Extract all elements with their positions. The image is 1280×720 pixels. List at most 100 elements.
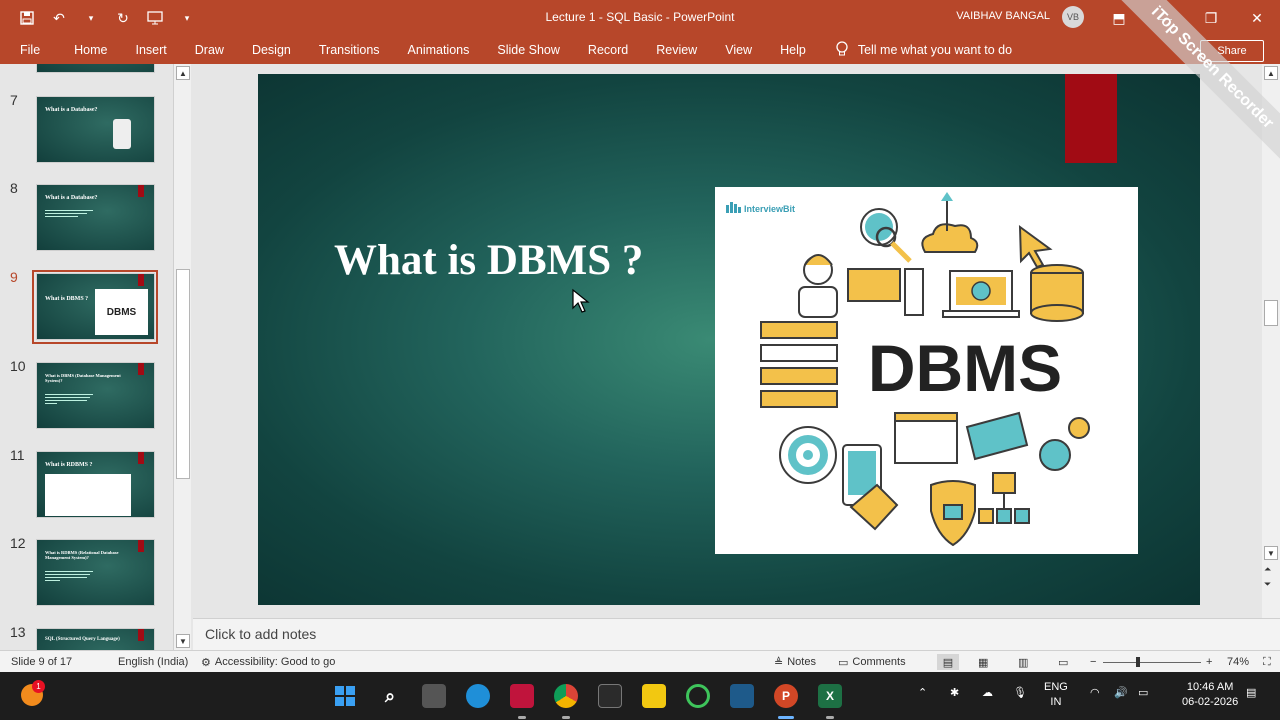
thumbnail-title: SQL (Structured Query Language)	[45, 637, 120, 642]
terminal-icon[interactable]	[598, 684, 622, 708]
notifications-icon[interactable]: ▤	[1246, 686, 1256, 701]
close-icon[interactable]: ✕	[1234, 0, 1280, 36]
show-hidden-icons[interactable]: ⌃	[918, 686, 927, 701]
wifi-icon[interactable]: ◠	[1090, 686, 1100, 701]
save-icon[interactable]	[18, 9, 36, 27]
slide-thumbnail-12[interactable]: What is RDBMS (Relational Database Manag…	[36, 539, 155, 606]
slide-thumbnail-8[interactable]: What is a Database? ▬▬▬▬▬▬▬▬▬▬▬▬▬▬▬▬ ▬▬▬▬…	[36, 184, 155, 251]
scroll-down-icon[interactable]: ▼	[1264, 546, 1278, 560]
bluetooth-icon[interactable]: ✱	[950, 686, 959, 701]
tab-animations[interactable]: Animations	[394, 36, 484, 64]
scroll-down-icon[interactable]: ▼	[176, 634, 190, 648]
next-slide-icon[interactable]: ⏷	[1264, 579, 1271, 590]
tab-help[interactable]: Help	[766, 36, 820, 64]
date: 06-02-2026	[1182, 696, 1239, 708]
volume-icon[interactable]: 🔊	[1114, 686, 1128, 701]
zoom-slider[interactable]	[1103, 662, 1201, 663]
notes-button[interactable]: ≜ Notes	[774, 654, 816, 670]
sync-app-icon[interactable]	[686, 684, 710, 708]
thumbnail-title: What is a Database?	[45, 107, 98, 113]
normal-view-icon[interactable]: ▤	[937, 654, 959, 670]
present-icon[interactable]	[146, 9, 164, 27]
tab-insert[interactable]: Insert	[122, 36, 181, 64]
slide-title[interactable]: What is DBMS ?	[334, 236, 643, 285]
powerpoint-icon[interactable]: P	[774, 684, 798, 708]
slide-thumbnail-7[interactable]: What is a Database?	[36, 96, 155, 163]
thumbnail-title: What is DBMS ?	[45, 296, 89, 302]
reading-view-icon[interactable]: ▥	[1018, 654, 1028, 670]
slide-thumbnail-10[interactable]: What is DBMS (Database Management System…	[36, 362, 155, 429]
ribbon-tabs: File Home Insert Draw Design Transitions…	[0, 36, 1280, 64]
notes-pane[interactable]: Click to add notes	[193, 618, 1280, 650]
undo-icon[interactable]: ↶	[50, 9, 68, 27]
notes-label: Notes	[787, 656, 816, 668]
power-bi-icon[interactable]	[642, 684, 666, 708]
database-icon	[113, 119, 131, 149]
thumbnail-table-image	[45, 474, 131, 516]
accessibility-icon: ⚙	[201, 656, 211, 669]
interviewbit-logo: InterviewBit	[726, 202, 795, 214]
scroll-up-icon[interactable]: ▲	[1264, 66, 1278, 80]
database-tool-icon[interactable]	[730, 684, 754, 708]
comment-icon: ▭	[838, 656, 849, 669]
thumbnail-scrollbar[interactable]: ▲ ▼	[173, 64, 191, 650]
tab-record[interactable]: Record	[574, 36, 642, 64]
zoom-level[interactable]: 74%	[1227, 656, 1249, 668]
accessibility-text: Accessibility: Good to go	[214, 656, 336, 668]
slide-thumbnail-11[interactable]: What is RDBMS ?	[36, 451, 155, 518]
recorder-icon[interactable]	[510, 684, 534, 708]
chrome-icon[interactable]	[554, 684, 578, 708]
tab-home[interactable]: Home	[60, 36, 121, 64]
title-bar: ↶ ▾ ↻ ▾ Lecture 1 - SQL Basic - PowerPoi…	[0, 0, 1280, 36]
zoom-in-icon[interactable]: +	[1206, 654, 1212, 670]
battery-icon[interactable]: ▭	[1138, 686, 1148, 701]
language-code: ENG	[1044, 681, 1068, 693]
redo-icon[interactable]: ↻	[114, 9, 132, 27]
zoom-out-icon[interactable]: −	[1090, 654, 1096, 670]
avatar[interactable]: VB	[1062, 6, 1084, 28]
microphone-icon[interactable]: 🎙	[1013, 686, 1027, 701]
notification-badge: 1	[32, 680, 45, 693]
active-indicator	[778, 716, 794, 719]
task-view-icon[interactable]	[422, 684, 446, 708]
tab-draw[interactable]: Draw	[181, 36, 238, 64]
windows-start-icon[interactable]	[333, 684, 357, 708]
comments-button[interactable]: ▭ Comments	[838, 654, 906, 670]
scrollbar-thumb[interactable]	[176, 269, 190, 479]
language-switcher[interactable]: ENG IN	[1044, 680, 1068, 710]
tab-file[interactable]: File	[0, 36, 60, 64]
edge-icon[interactable]	[466, 684, 490, 708]
slide-thumbnail-9[interactable]: What is DBMS ? DBMS	[36, 273, 155, 340]
thumbnail-title: What is a Database?	[45, 195, 98, 201]
scrollbar-thumb[interactable]	[1264, 300, 1278, 326]
slide-sorter-icon[interactable]: ▦	[978, 654, 988, 670]
running-indicator	[826, 716, 834, 719]
user-name[interactable]: VAIBHAV BANGAL	[956, 10, 1050, 22]
thumbnail-accent-bar	[138, 452, 144, 464]
windows-taskbar: 1 ⌕ P X ⌃ ✱ ☁ 🎙 ENG IN ◠ 🔊 ▭ 10:46 AM 06	[0, 672, 1280, 720]
thumbnail-body: ▬▬▬▬▬▬▬▬▬▬▬▬▬▬▬▬▬▬▬▬▬▬▬▬▬▬▬▬▬▬▬▬▬▬▬▬▬▬▬▬…	[45, 208, 93, 218]
slide-thumbnail-13[interactable]: SQL (Structured Query Language)	[36, 628, 155, 650]
chevron-down-icon[interactable]: ▾	[82, 9, 100, 27]
excel-icon[interactable]: X	[818, 684, 842, 708]
slide-number-7: 7	[10, 92, 18, 108]
previous-slide-icon[interactable]: ⏶	[1264, 564, 1271, 575]
search-icon[interactable]: ⌕	[378, 684, 402, 708]
fit-to-window-icon[interactable]: ⛶	[1263, 654, 1271, 670]
tab-review[interactable]: Review	[642, 36, 711, 64]
cloud-icon[interactable]: ☁	[982, 686, 993, 701]
tab-transitions[interactable]: Transitions	[305, 36, 394, 64]
tab-design[interactable]: Design	[238, 36, 305, 64]
language-indicator[interactable]: English (India)	[118, 656, 188, 668]
scroll-up-icon[interactable]: ▲	[176, 66, 190, 80]
zoom-slider-thumb[interactable]	[1136, 657, 1140, 667]
tell-me-box[interactable]: Tell me what you want to do	[820, 40, 1012, 60]
tab-view[interactable]: View	[711, 36, 766, 64]
customize-toolbar-icon[interactable]: ▾	[178, 9, 196, 27]
slide-show-icon[interactable]: ▭	[1058, 654, 1068, 670]
tab-slide-show[interactable]: Slide Show	[483, 36, 574, 64]
dbms-illustration[interactable]: InterviewBit DBMS	[715, 187, 1138, 554]
slide-thumbnail-6[interactable]	[36, 64, 155, 73]
clock[interactable]: 10:46 AM 06-02-2026	[1182, 680, 1238, 710]
accessibility-status[interactable]: ⚙ Accessibility: Good to go	[201, 654, 335, 670]
